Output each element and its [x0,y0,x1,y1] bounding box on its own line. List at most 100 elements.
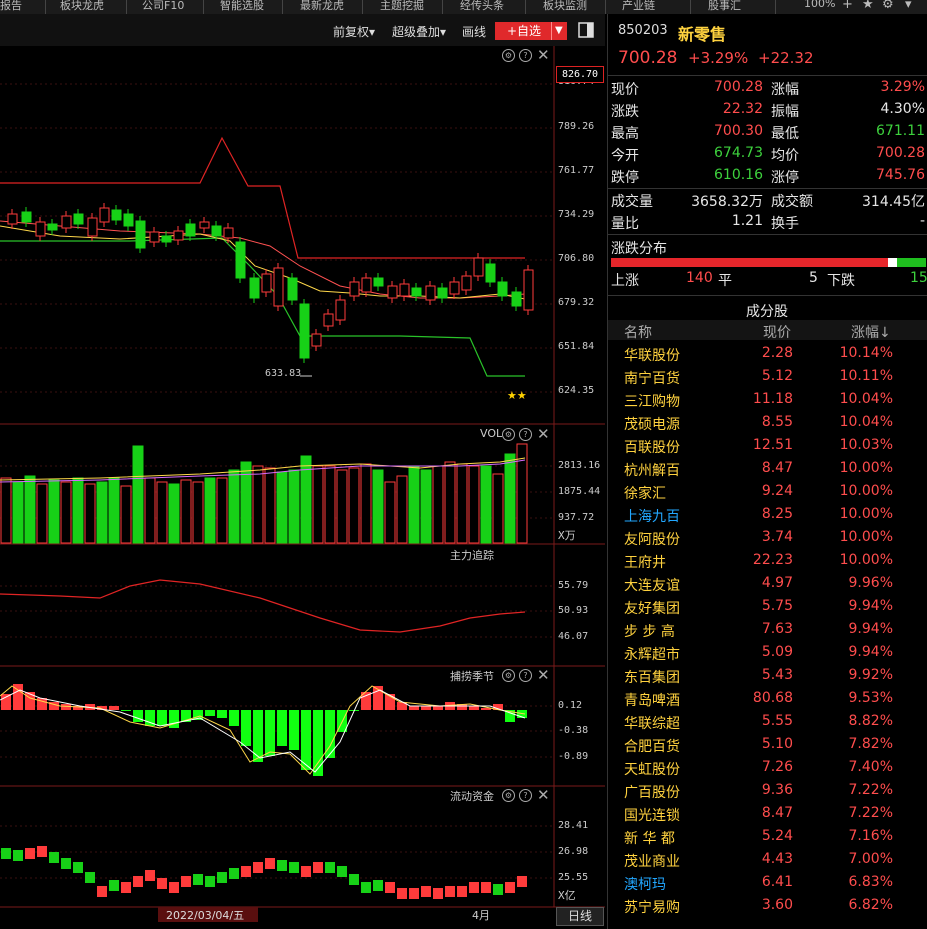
mainforce-panel-title: 主力追踪 [450,549,494,562]
draw-line-button[interactable]: 画线 [462,23,486,40]
constituent-row[interactable]: 东百集团 5.43 9.92% [608,665,927,688]
star-icon[interactable]: ★ [862,0,874,12]
volume-bar [0,477,12,544]
stock-name: 新 华 都 [624,831,675,847]
close-icon[interactable]: ✕ [537,666,550,684]
col-name-header[interactable]: 名称 [624,322,652,342]
price-tick: 734.29 [558,209,595,220]
flow-bar [121,882,131,893]
stock-name: 大连友谊 [624,578,680,594]
flow-bar [301,866,311,877]
overlay-dropdown[interactable]: 超级叠加▾ [392,23,446,40]
settings-icon[interactable]: ⚙ [502,428,515,441]
settings-icon[interactable]: ⚙ [502,789,515,802]
constituent-row[interactable]: 友好集团 5.75 9.94% [608,596,927,619]
flow-bar [337,866,347,877]
quote-label: 涨停 [771,170,799,186]
col-price-header[interactable]: 现价 [763,322,791,342]
constituent-row[interactable]: 杭州解百 8.47 10.00% [608,458,927,481]
price-tick: 761.77 [558,165,595,176]
nav-tab-sector-monitor[interactable]: 板块监测 [543,0,587,13]
constituent-row[interactable]: 苏宁易购 3.60 6.82% [608,895,927,918]
constituent-row[interactable]: 天虹股份 7.26 7.40% [608,757,927,780]
constituent-row[interactable]: 青岛啤酒 80.68 9.53% [608,688,927,711]
constituent-row[interactable]: 友阿股份 3.74 10.00% [608,527,927,550]
price-tick: 789.26 [558,121,595,132]
current-price-tag: 826.70 [556,66,604,83]
constituent-row[interactable]: 三江购物 11.18 10.04% [608,389,927,412]
stock-name: 合肥百货 [624,739,680,755]
flow-bar [229,868,239,879]
close-icon[interactable]: ✕ [537,425,550,443]
constituent-row[interactable]: 华联股份 2.28 10.14% [608,343,927,366]
constituent-row[interactable]: 广百股份 9.36 7.22% [608,780,927,803]
flow-bar [373,880,383,891]
volume-bar [168,483,180,544]
rights-adjust-dropdown[interactable]: 前复权▾ [333,23,375,40]
quote-value: 700.30 [714,123,763,139]
constituent-row[interactable]: 上海九百 8.25 10.00% [608,504,927,527]
stock-price: 5.09 [761,644,793,660]
stock-name: 广百股份 [624,785,680,801]
settings-icon[interactable]: ⚙ [502,49,515,62]
nav-tab-sector-dragon[interactable]: 板块龙虎 [60,0,104,13]
help-icon[interactable]: ? [519,428,532,441]
add-watchlist-button[interactable]: +自选 ▼ [495,22,567,40]
settings-icon[interactable]: ⚙ [502,669,515,682]
quote-row: 跌停 610.16 涨停 745.76 [611,166,925,188]
help-icon[interactable]: ? [519,49,532,62]
stock-change-pct: 10.00% [839,529,893,545]
constituent-row[interactable]: 南宁百货 5.12 10.11% [608,366,927,389]
stock-name: 苏宁易购 [624,900,680,916]
constituent-row[interactable]: 步 步 高 7.63 9.94% [608,619,927,642]
more-icon[interactable]: ▾ [905,0,912,12]
volume-bar [468,465,480,544]
constituent-row[interactable]: 百联股份 12.51 10.03% [608,435,927,458]
season-tick: -0.38 [558,725,589,736]
add-watchlist-dropdown[interactable]: ▼ [551,22,567,40]
nav-tab-smart-pick[interactable]: 智能选股 [220,0,264,13]
col-pct-header[interactable]: 涨幅↓ [851,322,891,342]
close-icon[interactable]: ✕ [537,46,550,64]
nav-tab-headlines[interactable]: 经传头条 [460,0,504,13]
quote-value: 3.29% [880,79,925,95]
flow-bar [469,882,479,893]
constituent-row[interactable]: 王府井 22.23 10.00% [608,550,927,573]
help-icon[interactable]: ? [519,669,532,682]
help-icon[interactable]: ? [519,789,532,802]
constituent-row[interactable]: 合肥百货 5.10 7.82% [608,734,927,757]
constituent-row[interactable]: 华联综超 5.55 8.82% [608,711,927,734]
constituent-row[interactable]: 永辉超市 5.09 9.94% [608,642,927,665]
nav-tab-latest-dragon[interactable]: 最新龙虎 [300,0,344,13]
nav-tab-industry-chain[interactable]: 产业链 [622,0,655,13]
constituent-row[interactable]: 国光连锁 8.47 7.22% [608,803,927,826]
close-icon[interactable]: ✕ [537,786,550,804]
panel-toggle-icon[interactable] [578,22,594,38]
zoom-level[interactable]: 100% [804,0,835,10]
period-selector[interactable]: 日线 [556,907,604,926]
plus-icon[interactable]: + [842,0,853,12]
candle-body [73,213,84,225]
quote-value: 610.16 [714,167,763,183]
candle-body [35,221,46,237]
nav-divider [605,0,606,14]
constituent-row[interactable]: 澳柯玛 6.41 6.83% [608,872,927,895]
constituent-row[interactable]: 大连友谊 4.97 9.96% [608,573,927,596]
nav-tab-report[interactable]: 报告 [0,0,22,13]
constituent-row[interactable]: 茂硕电源 8.55 10.04% [608,412,927,435]
stock-change-pct: 6.83% [848,874,893,890]
stock-change-pct: 7.00% [848,851,893,867]
constituent-row[interactable]: 新 华 都 5.24 7.16% [608,826,927,849]
nav-tab-f10[interactable]: 公司F10 [142,0,184,13]
flow-bar [241,866,251,877]
nav-tab-stock-talk[interactable]: 股事汇 [708,0,741,13]
gear-icon[interactable]: ⚙ [882,0,894,12]
season-bar [157,710,167,726]
candle-body [399,283,410,297]
chart-panel[interactable]: 816.74 826.70 789.26 761.77 734.29 706.8… [0,46,605,929]
stock-name: 徐家汇 [624,486,666,502]
flow-bar [409,888,419,899]
nav-tab-theme-mining[interactable]: 主题挖掘 [380,0,424,13]
constituent-row[interactable]: 茂业商业 4.43 7.00% [608,849,927,872]
constituent-row[interactable]: 徐家汇 9.24 10.00% [608,481,927,504]
